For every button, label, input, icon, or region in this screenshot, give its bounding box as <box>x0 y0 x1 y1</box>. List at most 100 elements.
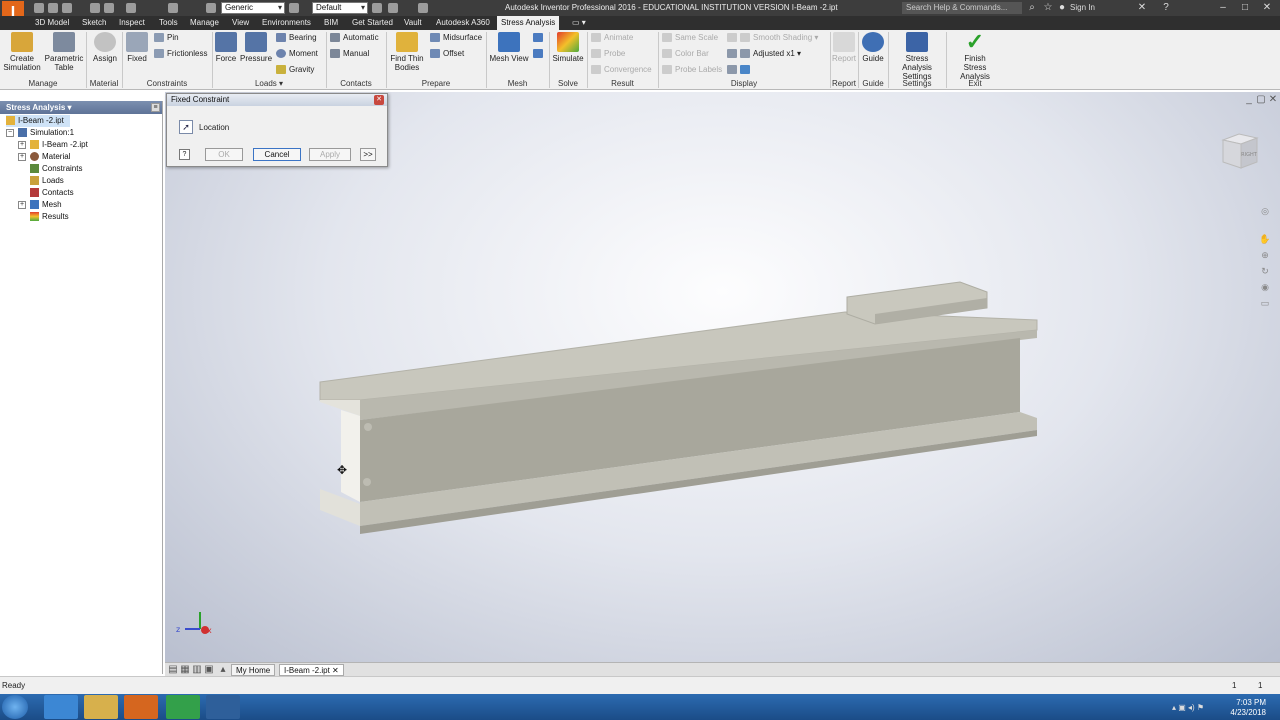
smooth-shading-dropdown[interactable]: Smooth Shading ▾ <box>727 32 818 44</box>
mesh-view-button[interactable]: Mesh View <box>489 32 529 63</box>
dialog-close-icon[interactable]: ✕ <box>374 95 384 105</box>
tile-horizontal-icon[interactable]: ▦ <box>179 664 191 676</box>
cancel-button[interactable]: Cancel <box>253 148 301 161</box>
tab-stress-analysis[interactable]: Stress Analysis <box>497 16 560 30</box>
pan-icon[interactable]: ✋ <box>1258 232 1272 246</box>
panel-settings[interactable]: Settings <box>888 79 946 88</box>
material-combo[interactable]: Default <box>312 2 368 14</box>
create-simulation-button[interactable]: Create Simulation <box>2 32 42 72</box>
file-explorer-icon[interactable] <box>84 695 118 719</box>
dialog-title[interactable]: Fixed Constraint <box>167 94 387 106</box>
force-button[interactable]: Force <box>214 32 238 63</box>
i-beam-model[interactable]: ✥ z x <box>165 92 1280 662</box>
tab-sketch[interactable]: Sketch <box>78 16 110 30</box>
maximize-window-icon[interactable]: □ <box>1234 0 1256 16</box>
panel-exit[interactable]: Exit <box>946 79 1004 88</box>
undo-icon[interactable] <box>90 3 100 13</box>
pressure-button[interactable]: Pressure <box>240 32 272 63</box>
orbit-icon[interactable]: ↻ <box>1258 264 1272 278</box>
new-file-icon[interactable] <box>34 3 44 13</box>
same-scale-button[interactable]: Same Scale <box>662 32 718 44</box>
tree-item-simulation[interactable]: Simulation:1 <box>18 127 74 139</box>
simulate-button[interactable]: Simulate <box>552 32 584 63</box>
start-button-icon[interactable] <box>2 695 28 719</box>
browser-header[interactable]: Stress Analysis ▾ ≡ <box>0 101 162 114</box>
guide-button[interactable]: Guide <box>861 32 885 63</box>
panel-loads[interactable]: Loads ▾ <box>212 79 326 88</box>
tab-inspect[interactable]: Inspect <box>115 16 149 30</box>
tree-item-loads[interactable]: Loads <box>30 175 64 187</box>
viewport-minimize-icon[interactable]: _ <box>1243 94 1255 106</box>
exchange-icon[interactable]: ✕ <box>1136 2 1148 14</box>
viewport-restore-icon[interactable]: ▢ <box>1255 94 1267 106</box>
panel-report[interactable]: Report <box>830 79 858 88</box>
tree-item-part[interactable]: I-Beam -2.ipt <box>6 115 70 127</box>
binoculars-icon[interactable]: ⌕ <box>1026 2 1038 14</box>
midsurface-button[interactable]: Midsurface <box>430 32 482 44</box>
close-window-icon[interactable]: ✕ <box>1256 0 1278 16</box>
panel-contacts[interactable]: Contacts <box>326 79 386 88</box>
steering-wheel-icon[interactable]: ◎ <box>1258 204 1272 218</box>
expand-toggle-icon[interactable]: + <box>18 153 26 161</box>
tab-autodesk-a360[interactable]: Autodesk A360 <box>432 16 494 30</box>
tab-3d-model[interactable]: 3D Model <box>31 16 73 30</box>
home-icon[interactable] <box>126 3 136 13</box>
tree-item-mesh[interactable]: Mesh <box>30 199 62 211</box>
panel-solve[interactable]: Solve <box>549 79 587 88</box>
document-tab[interactable]: I-Beam -2.ipt ✕ <box>279 664 344 676</box>
manual-contacts-button[interactable]: Manual <box>330 48 369 60</box>
graphics-viewport[interactable]: ✥ z x _ ▢ ✕ <box>165 92 1280 662</box>
tab-bim[interactable]: BIM <box>320 16 342 30</box>
expand-toggle-icon[interactable]: + <box>18 141 26 149</box>
pin-constraint-button[interactable]: Pin <box>154 32 179 44</box>
nav-customize-icon[interactable]: ▭ <box>1258 296 1272 310</box>
location-select-button[interactable]: ➚ <box>179 120 193 134</box>
collapse-toggle-icon[interactable]: − <box>6 129 14 137</box>
user-icon[interactable]: ● <box>1056 2 1068 14</box>
clock-time[interactable]: 7:03 PM <box>1216 698 1266 707</box>
browser-title[interactable]: Stress Analysis ▾ <box>6 103 72 112</box>
offset-button[interactable]: Offset <box>430 48 464 60</box>
appearance-icon[interactable] <box>206 3 216 13</box>
tree-item-results[interactable]: Results <box>30 211 69 223</box>
viewcube[interactable]: RIGHT <box>1219 130 1261 172</box>
probe-button[interactable]: Probe <box>591 48 625 60</box>
zoom-icon[interactable]: ⊕ <box>1258 248 1272 262</box>
tab-get-started[interactable]: Get Started <box>348 16 397 30</box>
cascade-icon[interactable]: ▥ <box>191 664 203 676</box>
inventor-taskbar-icon[interactable] <box>124 695 158 719</box>
gravity-load-button[interactable]: Gravity <box>276 64 314 76</box>
close-tab-icon[interactable]: ✕ <box>332 666 339 675</box>
displacement-scale-dropdown[interactable]: Adjusted x1 ▾ <box>727 48 801 60</box>
panel-display[interactable]: Display <box>658 79 830 88</box>
fixed-constraint-button[interactable]: Fixed <box>124 32 150 63</box>
convergence-button[interactable]: Convergence <box>591 64 652 76</box>
mesh-settings-button[interactable] <box>533 32 546 44</box>
tree-item-material[interactable]: Material <box>30 151 70 163</box>
automatic-contacts-button[interactable]: Automatic <box>330 32 379 44</box>
ok-button[interactable]: OK <box>205 148 243 161</box>
parametric-table-button[interactable]: Parametric Table <box>44 32 84 72</box>
customize-qat-icon[interactable] <box>418 3 428 13</box>
tree-item-constraints[interactable]: Constraints <box>30 163 82 175</box>
tab-manage[interactable]: Manage <box>186 16 223 30</box>
panel-manage[interactable]: Manage <box>2 79 84 88</box>
select-icon[interactable] <box>168 3 178 13</box>
appearance-combo[interactable]: Generic <box>221 2 285 14</box>
more-options-button[interactable]: >> <box>360 148 376 161</box>
panel-guide[interactable]: Guide <box>858 79 888 88</box>
assign-material-button[interactable]: Assign <box>90 32 120 63</box>
local-mesh-control-button[interactable] <box>533 48 546 60</box>
panel-result[interactable]: Result <box>587 79 658 88</box>
arrange-icon[interactable]: ▣ <box>203 664 215 676</box>
panel-material[interactable]: Material <box>86 79 122 88</box>
star-icon[interactable]: ☆ <box>1042 2 1054 14</box>
tree-item-part-ref[interactable]: I-Beam -2.ipt <box>30 139 88 151</box>
browser-menu-icon[interactable]: ≡ <box>151 103 160 112</box>
minimize-window-icon[interactable]: – <box>1212 0 1234 16</box>
viewport-close-icon[interactable]: ✕ <box>1267 94 1279 106</box>
measure-icon[interactable] <box>372 3 382 13</box>
boundary-conditions-toggle[interactable] <box>727 64 753 76</box>
panel-prepare[interactable]: Prepare <box>386 79 486 88</box>
tab-tools[interactable]: Tools <box>155 16 182 30</box>
